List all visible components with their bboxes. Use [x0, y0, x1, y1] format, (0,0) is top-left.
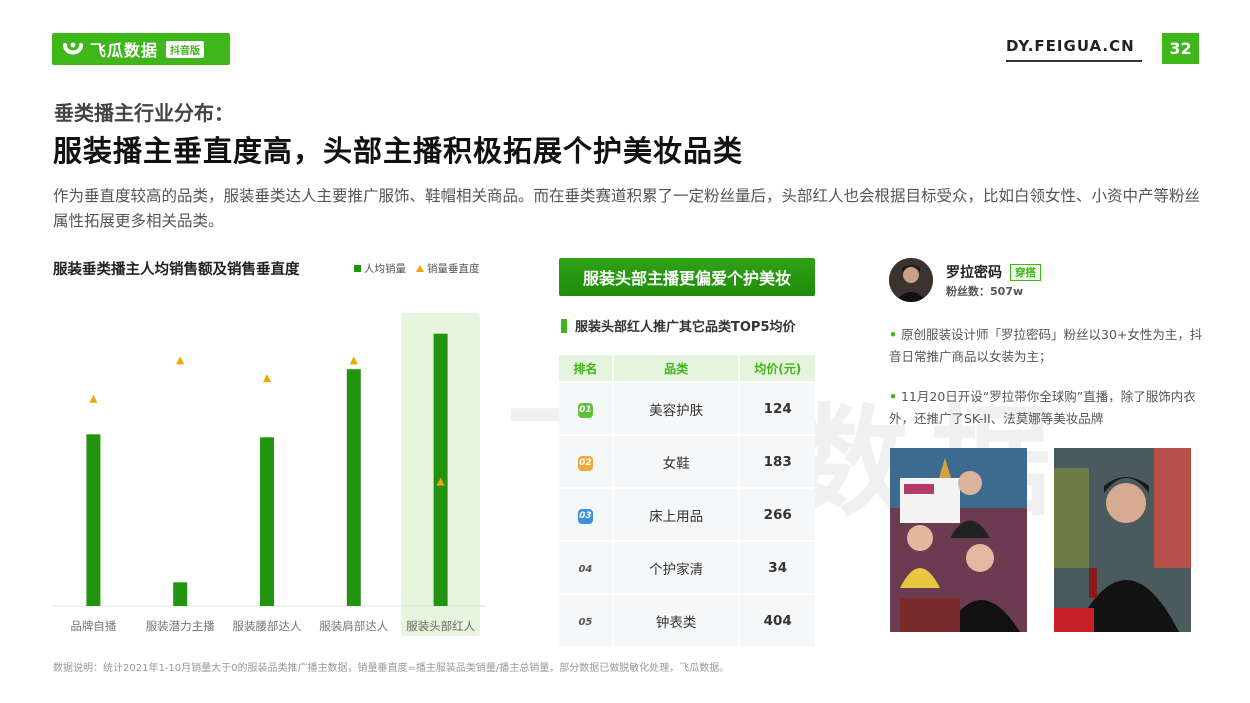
note-1-text: 原创服装设计师「罗拉密码」粉丝以30+女性为主，抖音日常推广商品以女装为主；: [889, 327, 1203, 364]
logo-text: 飞瓜数据: [90, 41, 159, 60]
bar-1: [86, 434, 101, 606]
profile-note-1: • 原创服装设计师「罗拉密码」粉丝以30+女性为主，抖音日常推广商品以女装为主；: [889, 324, 1209, 368]
profile-note-2: • 11月20日开设“罗拉带你全球购”直播，除了服饰内衣外，还推广了SK-II、…: [889, 386, 1209, 430]
vertical-marker-3: [263, 374, 271, 383]
rank-badge: 02: [577, 455, 593, 471]
profile-name-row: 罗拉密码 穿搭: [946, 262, 1041, 282]
x-tick-label: 服装肩部达人: [319, 619, 388, 633]
category-cell: 美容护肤: [613, 381, 741, 434]
price-cell: 183: [740, 434, 815, 487]
price-cell: 404: [740, 593, 815, 646]
rank-badge: 05: [578, 616, 593, 628]
col-rank-header: 排名: [559, 355, 614, 381]
vertical-marker-4: [349, 356, 358, 365]
rank-cell: 01: [559, 381, 614, 434]
chart-title: 服装垂类播主人均销售额及销售垂直度: [53, 262, 300, 278]
livestream-photo-2: [1054, 448, 1191, 632]
vertical-marker-1: [89, 394, 98, 403]
bullet-dot: •: [889, 389, 897, 404]
logo-icon: [63, 42, 83, 55]
page-description: 作为垂直度较高的品类，服装垂类达人主要推广服饰、鞋帽相关商品。而在垂类赛道积累了…: [53, 187, 1201, 230]
rank-cell: 04: [559, 540, 614, 593]
category-cell: 女鞋: [613, 434, 741, 487]
category-cell: 钟表类: [613, 593, 741, 646]
bar-5: [433, 333, 448, 606]
table-title-text: 服装头部红人推广其它品类TOP5均价: [575, 320, 796, 335]
profile-name: 罗拉密码: [946, 265, 1002, 281]
bar-3: [260, 437, 274, 606]
logo-tag: 抖音版: [166, 40, 205, 58]
site-underline: [1006, 60, 1142, 62]
x-tick-label: 品牌自播: [70, 619, 116, 633]
legend-bar-swatch: [354, 265, 361, 272]
rank-cell: 05: [559, 593, 614, 646]
site-url[interactable]: DY.FEIGUA.CN: [1006, 37, 1135, 55]
price-cell: 34: [740, 540, 815, 593]
rank-cell: 02: [559, 434, 614, 487]
x-tick-label: 服装腰部达人: [233, 619, 302, 633]
brand-logo[interactable]: 飞瓜数据 抖音版: [52, 33, 230, 65]
legend-bar-label: 人均销量: [364, 263, 406, 275]
livestream-photo-1: [890, 448, 1027, 632]
avatar-portrait-icon: [889, 258, 933, 302]
table-row: 05 钟表类 404: [559, 593, 815, 646]
col-price-header: 均价(元): [740, 355, 815, 381]
livestream-scene-icon: [1054, 448, 1191, 632]
table-row: 03 床上用品 266: [559, 487, 815, 540]
avatar[interactable]: [889, 258, 933, 302]
profile-tag: 穿搭: [1010, 263, 1041, 281]
price-cell: 266: [740, 487, 815, 540]
note-2-text: 11月20日开设“罗拉带你全球购”直播，除了服饰内衣外，还推广了SK-II、法莫…: [889, 389, 1196, 426]
category-cell: 个护家清: [613, 540, 741, 593]
bar-chart: 品牌自播 服装潜力主播 服装腰部达人 服装肩部达人 服装头部红人: [52, 313, 486, 636]
top5-table: 排名 品类 均价(元) 01 美容护肤 124 02 女鞋 183 03 床上用品 266 04 个…: [559, 355, 815, 646]
col-category-header: 品类: [613, 355, 741, 381]
page-number: 32: [1162, 33, 1199, 64]
bar-4: [346, 369, 361, 606]
table-row: 01 美容护肤 124: [559, 381, 815, 434]
livestream-scene-icon: [890, 448, 1027, 632]
table-title: 服装头部红人推广其它品类TOP5均价: [561, 316, 796, 335]
profile-fans: 粉丝数：507w: [946, 285, 1024, 298]
rank-badge: 03: [577, 508, 593, 524]
price-cell: 124: [740, 381, 815, 434]
rank-badge: 01: [577, 402, 593, 418]
rank-cell: 03: [559, 487, 614, 540]
legend-marker-swatch: [416, 265, 424, 272]
page-title: 服装播主垂直度高，头部主播积极拓展个护美妆品类: [53, 134, 744, 168]
x-tick-label: 服装头部红人: [406, 619, 475, 633]
rank-badge: 04: [578, 563, 593, 575]
bar-2: [173, 582, 188, 606]
category-cell: 床上用品: [613, 487, 741, 540]
legend-marker-label: 销量垂直度: [427, 263, 480, 275]
title-accent-bar: [561, 318, 567, 333]
footnote: 数据说明：统计2021年1-10月销量大于0的服装品类推广播主数据，销量垂直度=…: [53, 663, 730, 674]
beauty-highlight-button[interactable]: 服装头部主播更偏爱个护美妆: [559, 258, 815, 296]
chart-legend: 人均销量 销量垂直度: [354, 261, 480, 276]
table-row: 04 个护家清 34: [559, 540, 815, 593]
bullet-dot: •: [889, 327, 897, 342]
page-subtitle: 垂类播主行业分布：: [54, 101, 234, 125]
vertical-marker-2: [176, 356, 185, 365]
table-row: 02 女鞋 183: [559, 434, 815, 487]
x-tick-label: 服装潜力主播: [146, 619, 215, 633]
